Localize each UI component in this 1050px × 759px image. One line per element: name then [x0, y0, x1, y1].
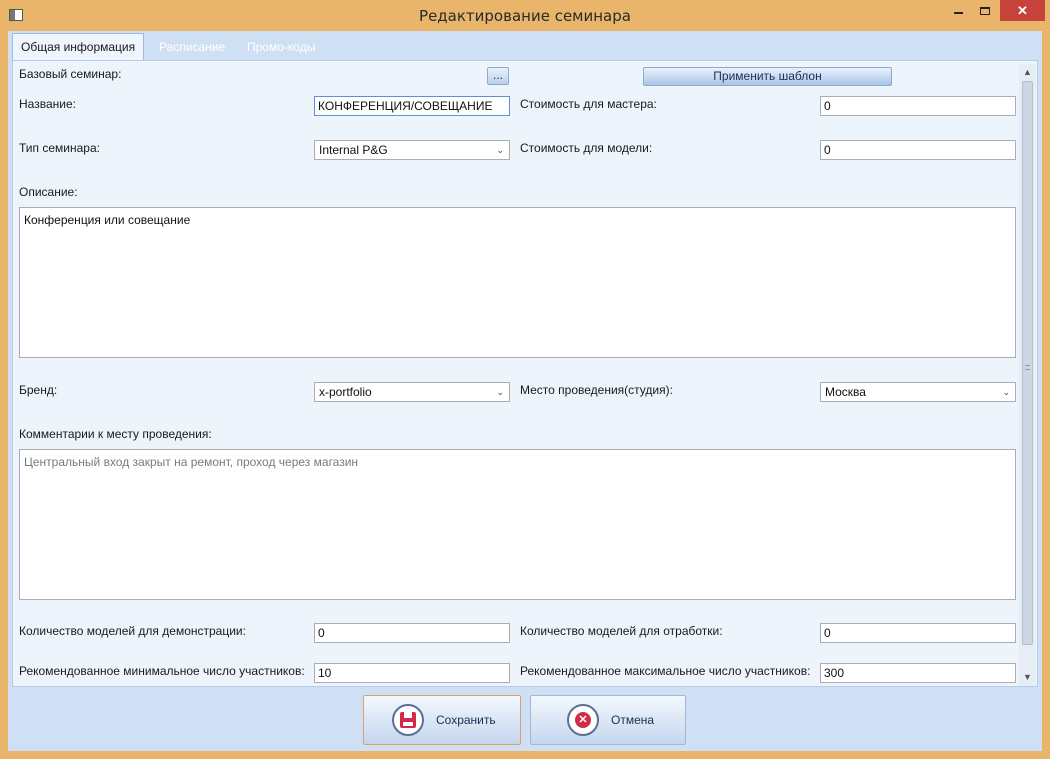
close-icon: ✕: [1017, 3, 1028, 18]
min-participants-label: Рекомендованное минимальное число участн…: [19, 664, 305, 678]
venue-comments-textarea[interactable]: Центральный вход закрыт на ремонт, прохо…: [19, 449, 1016, 600]
chevron-down-icon: ⌄: [496, 145, 504, 155]
description-textarea[interactable]: Конференция или совещание: [19, 207, 1016, 358]
cancel-x-icon: ✕: [575, 712, 591, 728]
model-cost-label: Стоимость для модели:: [520, 141, 653, 155]
min-participants-input[interactable]: 10: [314, 663, 510, 683]
practice-models-input[interactable]: 0: [820, 623, 1016, 643]
description-label: Описание:: [19, 185, 78, 199]
venue-comments-label: Комментарии к месту проведения:: [19, 427, 212, 441]
model-cost-input[interactable]: 0: [820, 140, 1016, 160]
grip-icon: [1025, 365, 1030, 370]
seminar-edit-window: Редактирование семинара ✕ Общая информац…: [0, 0, 1050, 759]
chevron-down-icon: ⌄: [496, 387, 504, 397]
venue-label: Место проведения(студия):: [520, 383, 673, 397]
scroll-thumb[interactable]: [1022, 81, 1033, 645]
floppy-disk-icon: [400, 712, 416, 728]
save-button-label: Сохранить: [436, 713, 496, 727]
brand-select[interactable]: x-portfolio ⌄: [314, 382, 510, 402]
name-label: Название:: [19, 97, 76, 111]
maximize-button[interactable]: [972, 0, 998, 21]
scroll-up-arrow[interactable]: ▲: [1019, 64, 1036, 81]
venue-select[interactable]: Москва ⌄: [820, 382, 1016, 402]
scroll-down-arrow[interactable]: ▼: [1019, 669, 1036, 686]
minimize-icon: [953, 11, 963, 14]
max-participants-label: Рекомендованное максимальное число участ…: [520, 664, 811, 678]
base-seminar-label: Базовый семинар:: [19, 67, 122, 81]
apply-template-button[interactable]: Применить шаблон: [643, 67, 892, 86]
brand-value: x-portfolio: [319, 385, 372, 399]
close-button[interactable]: ✕: [1000, 0, 1045, 21]
chevron-down-icon: ⌄: [1002, 387, 1010, 397]
cancel-button[interactable]: ✕ Отмена: [530, 695, 686, 745]
seminar-type-label: Тип семинара:: [19, 141, 100, 155]
demo-models-label: Количество моделей для демонстрации:: [19, 624, 246, 638]
tab-general-info[interactable]: Общая информация: [12, 33, 145, 61]
master-cost-label: Стоимость для мастера:: [520, 97, 657, 111]
window-title: Редактирование семинара: [419, 7, 631, 25]
name-input[interactable]: КОНФЕРЕНЦИЯ/СОВЕЩАНИЕ: [314, 96, 510, 116]
tab-strip: Общая информация Расписание Промо-коды: [8, 31, 1042, 61]
general-info-panel: Базовый семинар: ... Применить шаблон На…: [12, 60, 1038, 687]
master-cost-input[interactable]: 0: [820, 96, 1016, 116]
tab-schedule[interactable]: Расписание: [153, 35, 231, 61]
title-bar[interactable]: Редактирование семинара ✕: [0, 0, 1050, 30]
practice-models-label: Количество моделей для отработки:: [520, 624, 723, 638]
tab-promo-codes[interactable]: Промо-коды: [241, 35, 321, 61]
brand-label: Бренд:: [19, 383, 58, 397]
vertical-scrollbar[interactable]: ▲ ▼: [1019, 64, 1036, 686]
save-icon-ring: [392, 704, 424, 736]
max-participants-input[interactable]: 300: [820, 663, 1016, 683]
seminar-type-select[interactable]: Internal P&G ⌄: [314, 140, 510, 160]
save-button[interactable]: Сохранить: [363, 695, 521, 745]
minimize-button[interactable]: [944, 0, 972, 21]
client-area: Общая информация Расписание Промо-коды Б…: [8, 31, 1042, 751]
browse-base-seminar-button[interactable]: ...: [487, 67, 509, 85]
venue-value: Москва: [825, 385, 866, 399]
maximize-icon: [980, 6, 990, 15]
seminar-type-value: Internal P&G: [319, 143, 388, 157]
demo-models-input[interactable]: 0: [314, 623, 510, 643]
cancel-icon-ring: ✕: [567, 704, 599, 736]
cancel-button-label: Отмена: [611, 713, 655, 727]
